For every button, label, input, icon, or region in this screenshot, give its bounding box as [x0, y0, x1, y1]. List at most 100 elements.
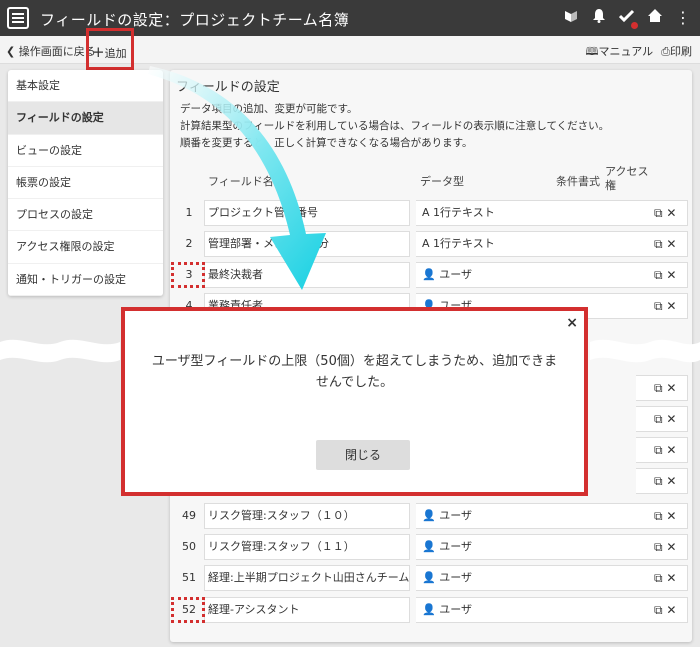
- sidebar-item-process[interactable]: プロセスの設定: [8, 199, 163, 232]
- add-button-highlight: [86, 28, 134, 70]
- torn-edge: [0, 339, 120, 363]
- row-number: 50: [182, 540, 196, 553]
- delete-icon[interactable]: ✕: [666, 206, 676, 220]
- type-cell: 👤 ユーザ: [416, 597, 636, 623]
- manual-link[interactable]: 🕮マニュアル: [586, 43, 654, 62]
- field-name[interactable]: リスク管理:スタッフ（１０）: [204, 503, 410, 529]
- copy-icon[interactable]: ⧉: [654, 509, 663, 523]
- copy-icon[interactable]: ⧉: [654, 237, 663, 251]
- row-number: 51: [182, 571, 196, 584]
- row-actions: ⧉ ✕: [636, 262, 688, 288]
- field-name[interactable]: 最終決裁者: [204, 262, 410, 288]
- sidebar-item-basic[interactable]: 基本設定: [8, 70, 163, 103]
- user-type-icon: 👤: [422, 540, 440, 553]
- close-icon[interactable]: ×: [566, 315, 578, 331]
- type-cell: 𝖠 1行テキスト: [416, 200, 636, 226]
- chevron-left-icon: ❮: [6, 45, 16, 58]
- user-type-icon: 👤: [422, 571, 440, 584]
- table-row: 51 経理:上半期プロジェクト山田さんチーム 👤 ユーザ ⧉ ✕: [170, 565, 692, 591]
- sidebar-item-access[interactable]: アクセス権限の設定: [8, 231, 163, 264]
- copy-icon[interactable]: ⧉: [654, 299, 663, 313]
- menu-icon[interactable]: [7, 7, 29, 29]
- copy-icon[interactable]: ⧉: [654, 412, 663, 426]
- delete-icon[interactable]: ✕: [666, 474, 676, 488]
- sidebar-item-notify[interactable]: 通知・トリガーの設定: [8, 264, 163, 296]
- row-actions: ⧉ ✕: [636, 437, 688, 463]
- user-type-icon: 👤: [422, 603, 440, 616]
- row-actions: ⧉ ✕: [636, 597, 688, 623]
- delete-icon[interactable]: ✕: [666, 571, 676, 585]
- field-name[interactable]: 経理-アシスタント: [204, 597, 410, 623]
- copy-icon[interactable]: ⧉: [654, 268, 663, 282]
- print-label: 印刷: [670, 45, 692, 58]
- col-header-type: データ型: [420, 175, 464, 188]
- copy-icon[interactable]: ⧉: [654, 443, 663, 457]
- settings-sidebar: 基本設定 フィールドの設定 ビューの設定 帳票の設定 プロセスの設定 アクセス権…: [8, 70, 163, 296]
- row-actions: ⧉ ✕: [636, 375, 688, 401]
- learn-icon[interactable]: [562, 8, 580, 27]
- table-row: 1 プロジェクト管理番号 𝖠 1行テキスト ⧉ ✕: [170, 200, 692, 226]
- type-label: 1行テキスト: [433, 206, 495, 219]
- sidebar-item-forms[interactable]: 帳票の設定: [8, 167, 163, 200]
- row-number: 1: [185, 206, 193, 219]
- delete-icon[interactable]: ✕: [666, 540, 676, 554]
- type-cell: 👤 ユーザ: [416, 503, 636, 529]
- delete-icon[interactable]: ✕: [666, 603, 676, 617]
- row-number-highlight: [171, 597, 205, 623]
- manual-label: マニュアル: [598, 45, 654, 58]
- error-dialog: × ユーザ型フィールドの上限（50個）を超えてしまうため、追加できま せんでした…: [121, 307, 588, 496]
- home-icon[interactable]: [646, 8, 664, 27]
- copy-icon[interactable]: ⧉: [654, 540, 663, 554]
- delete-icon[interactable]: ✕: [666, 299, 676, 313]
- delete-icon[interactable]: ✕: [666, 381, 676, 395]
- delete-icon[interactable]: ✕: [666, 509, 676, 523]
- row-actions: ⧉ ✕: [636, 406, 688, 432]
- type-cell: 👤 ユーザ: [416, 534, 636, 560]
- delete-icon[interactable]: ✕: [666, 412, 676, 426]
- print-link[interactable]: ⎙印刷: [661, 43, 692, 62]
- row-number: 49: [182, 509, 196, 522]
- type-label: ユーザ: [439, 509, 472, 522]
- check-icon[interactable]: [618, 8, 638, 29]
- table-row: 2 管理部署・メンバー区分 𝖠 1行テキスト ⧉ ✕: [170, 231, 692, 257]
- close-button[interactable]: 閉じる: [316, 440, 410, 470]
- field-name[interactable]: プロジェクト管理番号: [204, 200, 410, 226]
- type-label: ユーザ: [439, 540, 472, 553]
- field-name[interactable]: 管理部署・メンバー区分: [204, 231, 410, 257]
- type-label: ユーザ: [439, 571, 472, 584]
- delete-icon[interactable]: ✕: [666, 443, 676, 457]
- copy-icon[interactable]: ⧉: [654, 603, 663, 617]
- sidebar-item-views[interactable]: ビューの設定: [8, 135, 163, 167]
- desc-line: 順番を変更すると、正しく計算できなくなる場合があります。: [180, 137, 473, 149]
- desc-line: 計算結果型のフィールドを利用している場合は、フィールドの表示順に注意してください…: [180, 120, 610, 132]
- copy-icon[interactable]: ⧉: [654, 571, 663, 585]
- description: データ項目の追加、変更が可能です。 計算結果型のフィールドを利用している場合は、…: [180, 101, 609, 152]
- delete-icon[interactable]: ✕: [666, 268, 676, 282]
- header-icons: ⋮: [562, 8, 692, 29]
- sidebar-item-fields[interactable]: フィールドの設定: [8, 102, 163, 135]
- type-label: ユーザ: [439, 268, 472, 281]
- row-number-highlight: [171, 262, 205, 288]
- row-actions: ⧉ ✕: [636, 503, 688, 529]
- more-icon[interactable]: ⋮: [674, 8, 692, 27]
- bell-icon[interactable]: [590, 8, 608, 27]
- copy-icon[interactable]: ⧉: [654, 474, 663, 488]
- back-button[interactable]: ❮ 操作画面に戻る: [6, 43, 96, 59]
- field-name[interactable]: 経理:上半期プロジェクト山田さんチーム: [204, 565, 410, 591]
- col-header-access-line1: アクセス: [605, 165, 649, 178]
- type-label: 1行テキスト: [433, 237, 495, 250]
- delete-icon[interactable]: ✕: [666, 237, 676, 251]
- notification-dot: [631, 22, 638, 29]
- row-actions: ⧉ ✕: [636, 565, 688, 591]
- book-icon: 🕮: [585, 45, 599, 58]
- field-name[interactable]: リスク管理:スタッフ（１１）: [204, 534, 410, 560]
- desc-line: データ項目の追加、変更が可能です。: [180, 103, 358, 115]
- table-row: 49 リスク管理:スタッフ（１０） 👤 ユーザ ⧉ ✕: [170, 503, 692, 529]
- col-header-access-line2: 権: [605, 179, 616, 192]
- row-actions: ⧉ ✕: [636, 231, 688, 257]
- user-type-icon: 👤: [422, 509, 440, 522]
- type-cell: 👤 ユーザ: [416, 262, 636, 288]
- copy-icon[interactable]: ⧉: [654, 381, 663, 395]
- user-type-icon: 👤: [422, 268, 440, 281]
- copy-icon[interactable]: ⧉: [654, 206, 663, 220]
